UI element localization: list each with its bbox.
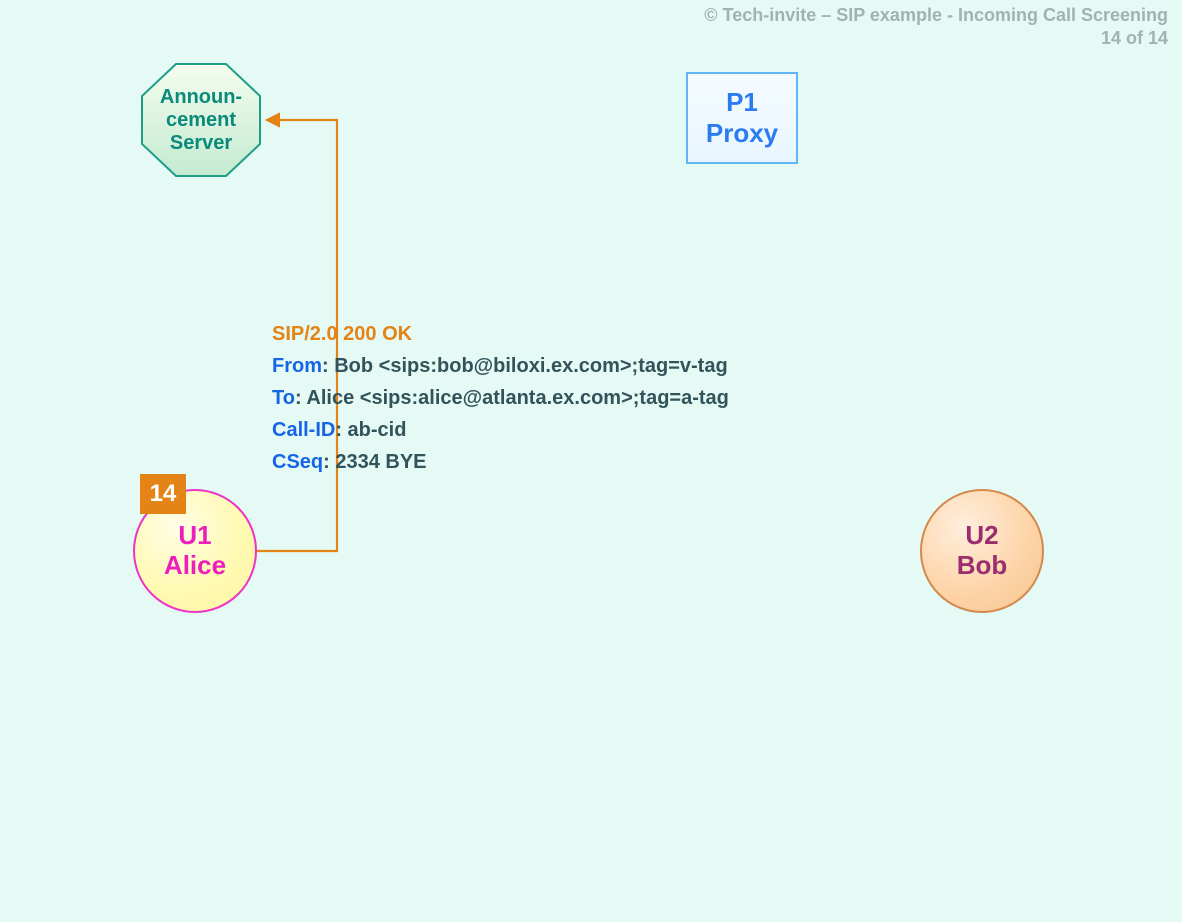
sip-header-value: : Alice <sips:alice@atlanta.ex.com>;tag=… bbox=[295, 387, 729, 409]
sip-status-line: SIP/2.0 200 OK bbox=[272, 318, 729, 350]
u1-alice-label: U1 Alice bbox=[164, 521, 226, 581]
sip-header-value: : 2334 BYE bbox=[323, 451, 426, 473]
announcement-server-label: Announ- cement Server bbox=[154, 86, 248, 155]
node-u2-bob: U2 Bob bbox=[920, 489, 1044, 613]
step-number: 14 bbox=[150, 480, 177, 508]
sip-header-from: From: Bob <sips:bob@biloxi.ex.com>;tag=v… bbox=[272, 350, 729, 382]
step-badge: 14 bbox=[140, 474, 186, 514]
sip-header-cseq: CSeq: 2334 BYE bbox=[272, 446, 729, 478]
sip-header-value: : ab-cid bbox=[335, 419, 406, 441]
sip-header-key: CSeq bbox=[272, 451, 323, 473]
diagram-header: © Tech-invite – SIP example - Incoming C… bbox=[704, 4, 1168, 49]
copyright-text: © Tech-invite – SIP example - Incoming C… bbox=[704, 4, 1168, 27]
u2-bob-label: U2 Bob bbox=[957, 521, 1008, 581]
sip-header-key: Call-ID bbox=[272, 419, 335, 441]
node-p1-proxy: P1 Proxy bbox=[686, 72, 798, 164]
sip-header-callid: Call-ID: ab-cid bbox=[272, 414, 729, 446]
diagram-canvas: © Tech-invite – SIP example - Incoming C… bbox=[0, 0, 1182, 922]
node-announcement-server: Announ- cement Server bbox=[140, 62, 262, 178]
sip-header-key: To bbox=[272, 387, 295, 409]
page-indicator: 14 of 14 bbox=[704, 27, 1168, 50]
sip-message-block: SIP/2.0 200 OK From: Bob <sips:bob@bilox… bbox=[272, 318, 729, 478]
sip-header-key: From bbox=[272, 355, 322, 377]
p1-proxy-label: P1 Proxy bbox=[706, 87, 778, 149]
sip-header-to: To: Alice <sips:alice@atlanta.ex.com>;ta… bbox=[272, 382, 729, 414]
sip-header-value: : Bob <sips:bob@biloxi.ex.com>;tag=v-tag bbox=[322, 355, 728, 377]
